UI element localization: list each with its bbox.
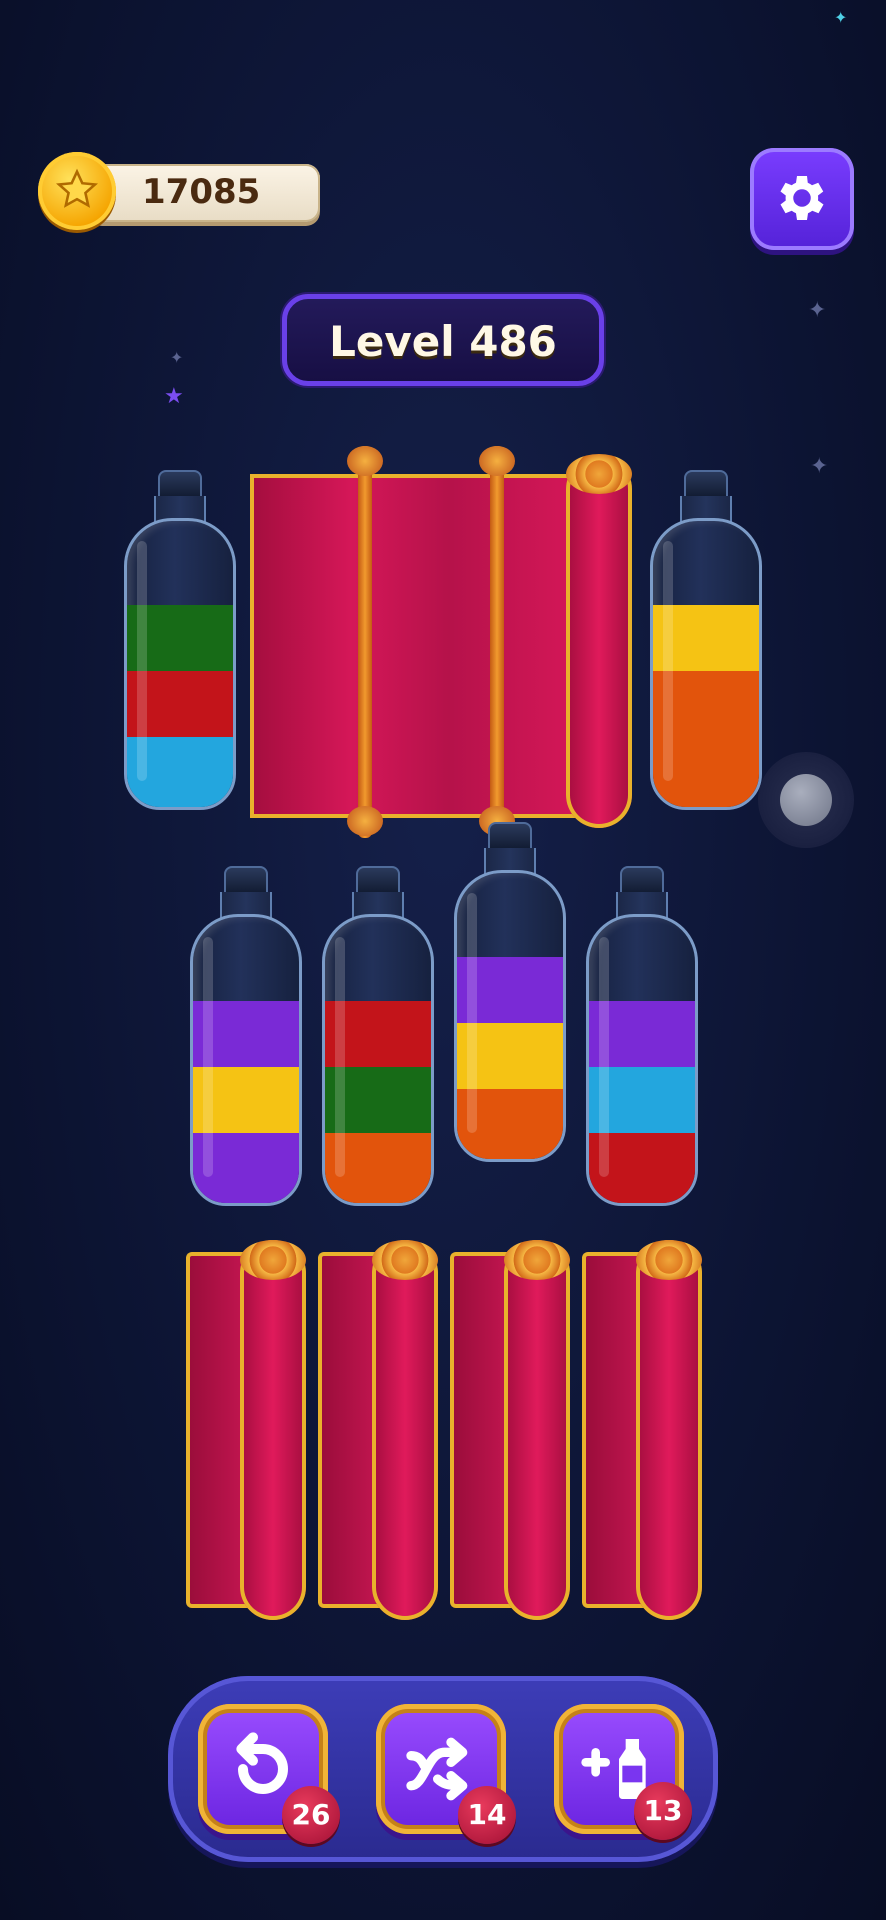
bottle-body bbox=[454, 870, 566, 1162]
bottle-shine bbox=[663, 541, 673, 781]
coin-star-icon bbox=[38, 152, 116, 230]
scroll-knob bbox=[347, 806, 383, 836]
floating-button-knob bbox=[780, 774, 832, 826]
star-icon: ✦ bbox=[834, 8, 848, 27]
bottle-shine bbox=[599, 937, 609, 1177]
star-icon: ✦ bbox=[170, 348, 184, 367]
scroll-roll-end bbox=[636, 1240, 702, 1280]
bottle-mid-4[interactable] bbox=[586, 866, 698, 1206]
floating-assist-button[interactable] bbox=[758, 752, 854, 848]
scroll-roll-end bbox=[372, 1240, 438, 1280]
bottle-body bbox=[124, 518, 236, 810]
level-label: Level 486 bbox=[329, 317, 557, 366]
swap-count-badge: 14 bbox=[458, 1786, 516, 1844]
bottle-body bbox=[650, 518, 762, 810]
scroll-rod bbox=[358, 446, 372, 838]
bottle-shine bbox=[203, 937, 213, 1177]
coin-counter: 17085 bbox=[38, 152, 320, 234]
bottle-top-right[interactable] bbox=[650, 470, 762, 810]
bottle-body bbox=[586, 914, 698, 1206]
undo-count-badge: 26 bbox=[282, 1786, 340, 1844]
scroll-roll-end bbox=[504, 1240, 570, 1280]
star-icon: ✦ bbox=[810, 454, 829, 479]
scroll-roll bbox=[636, 1240, 702, 1620]
coin-value: 17085 bbox=[142, 172, 261, 212]
scroll-roll bbox=[240, 1240, 306, 1620]
bottle-body bbox=[322, 914, 434, 1206]
star-icon: ✦ bbox=[808, 298, 827, 323]
add-bottle-count-badge: 13 bbox=[634, 1782, 692, 1840]
scroll-cover-2[interactable] bbox=[318, 1240, 440, 1620]
scroll-roll bbox=[372, 1240, 438, 1620]
level-badge: Level 486 bbox=[282, 294, 604, 386]
bottle-top-left[interactable] bbox=[124, 470, 236, 810]
scroll-rod bbox=[490, 446, 504, 838]
scroll-cover-4[interactable] bbox=[582, 1240, 704, 1620]
scroll-roll bbox=[504, 1240, 570, 1620]
scroll-knob bbox=[479, 446, 515, 476]
star-icon: ★ bbox=[164, 384, 184, 409]
bottle-mid-1[interactable] bbox=[190, 866, 302, 1206]
bottle-shine bbox=[335, 937, 345, 1177]
bottle-mid-2[interactable] bbox=[322, 866, 434, 1206]
bottle-shine bbox=[137, 541, 147, 781]
bottle-body bbox=[190, 914, 302, 1206]
scroll-knob bbox=[347, 446, 383, 476]
gear-icon bbox=[780, 176, 824, 220]
bottle-mid-3-selected[interactable] bbox=[454, 822, 566, 1162]
scroll-roll bbox=[566, 456, 632, 828]
scroll-cover-3[interactable] bbox=[450, 1240, 572, 1620]
scroll-cover-wide[interactable] bbox=[248, 446, 634, 838]
scroll-cover-1[interactable] bbox=[186, 1240, 308, 1620]
settings-button[interactable] bbox=[750, 148, 854, 250]
scroll-roll-end bbox=[240, 1240, 306, 1280]
scroll-panel bbox=[250, 474, 578, 818]
scroll-roll-end bbox=[566, 454, 632, 494]
booster-toolbar: 26 14 13 bbox=[168, 1676, 718, 1862]
bottle-shine bbox=[467, 893, 477, 1133]
